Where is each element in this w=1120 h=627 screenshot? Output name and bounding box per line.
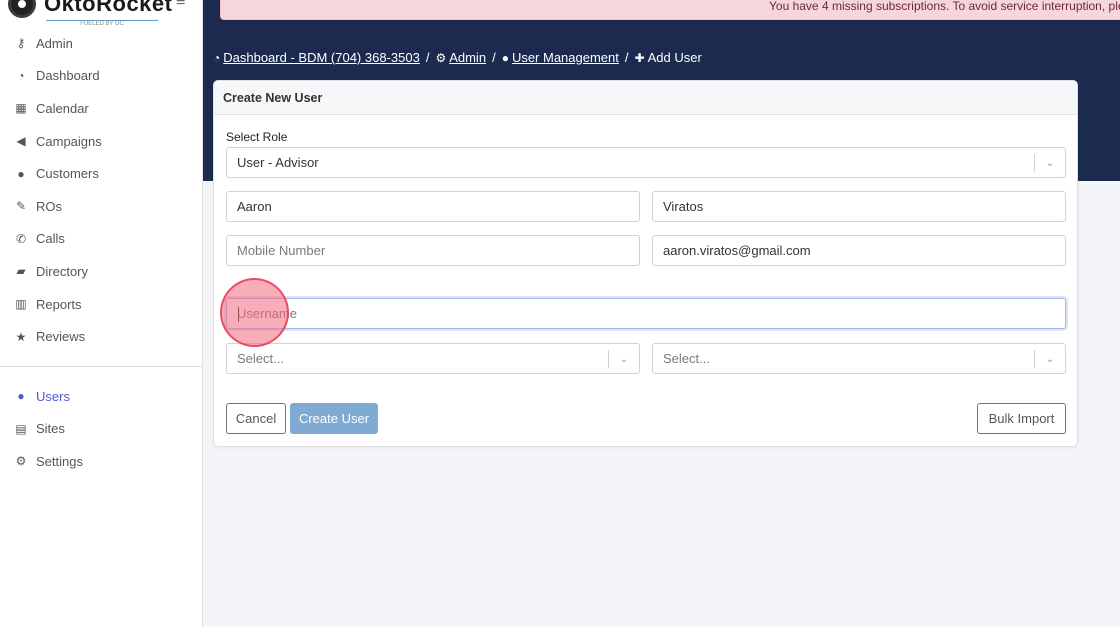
sidebar-item-customers[interactable]: ● Customers [0, 157, 203, 190]
breadcrumb-dashboard-link[interactable]: Dashboard - BDM (704) 368-3503 [223, 50, 420, 65]
chevron-down-icon: ⌄ [608, 350, 639, 368]
hamburger-menu-icon[interactable]: ≡ [176, 0, 185, 12]
users-icon: ● [501, 50, 509, 65]
sidebar: OktoRocket FUELED BY DC ≡ ⚷ Admin ◔ Dash… [0, 0, 203, 627]
sidebar-item-label: Calls [36, 231, 65, 247]
sidebar-item-directory[interactable]: ▰ Directory [0, 255, 203, 288]
main-content: You have 4 missing subscriptions. To avo… [203, 0, 1120, 627]
create-user-card: Create New User Select Role User - Advis… [213, 80, 1078, 447]
key-icon: ⚷ [16, 36, 26, 51]
select-right[interactable]: Select... ⌄ [652, 343, 1066, 374]
sidebar-item-admin[interactable]: ⚷ Admin [0, 27, 203, 60]
star-icon: ★ [15, 329, 27, 344]
phone-icon: ✆ [15, 231, 27, 246]
role-label: Select Role [226, 130, 288, 144]
sidebar-item-calendar[interactable]: ▦ Calendar [0, 92, 203, 125]
sidebar-item-label: Reviews [36, 329, 86, 345]
sidebar-item-label: Users [36, 388, 70, 404]
sidebar-item-label: Sites [36, 421, 65, 437]
chevron-down-icon: ⌄ [1034, 154, 1065, 172]
plus-icon: ✚ [634, 50, 645, 65]
sidebar-item-reviews[interactable]: ★ Reviews [0, 320, 203, 353]
mobile-number-field[interactable]: Mobile Number [226, 235, 640, 266]
email-field[interactable]: aaron.viratos@gmail.com [652, 235, 1066, 266]
brand-logo[interactable]: OktoRocket [8, 0, 172, 18]
username-field[interactable]: Username [226, 298, 1066, 329]
sidebar-item-campaigns[interactable]: ◀ Campaigns [0, 125, 203, 158]
octopus-logo-icon [8, 0, 36, 18]
bullhorn-icon: ◀ [16, 134, 26, 149]
breadcrumb-admin-link[interactable]: Admin [449, 50, 486, 65]
card-title: Create New User [214, 81, 1077, 115]
select-right-placeholder: Select... [663, 351, 710, 366]
chevron-down-icon: ⌄ [1034, 350, 1065, 368]
sidebar-item-calls[interactable]: ✆ Calls [0, 223, 203, 256]
sidebar-item-ros[interactable]: ✎ ROs [0, 190, 203, 223]
role-select[interactable]: User - Advisor ⌄ [226, 147, 1066, 178]
gear-icon: ⚙ [435, 50, 447, 65]
brand-name: OktoRocket [44, 0, 173, 16]
breadcrumb: ◔ Dashboard - BDM (704) 368-3503 / ⚙ Adm… [213, 50, 702, 65]
sidebar-item-label: Campaigns [36, 133, 102, 149]
sidebar-item-dashboard[interactable]: ◔ Dashboard [0, 60, 203, 93]
sidebar-item-label: Settings [36, 453, 83, 469]
sidebar-item-sites[interactable]: ▤ Sites [0, 413, 203, 446]
users-icon: ● [17, 389, 25, 404]
gear-icon: ⚙ [15, 454, 27, 469]
cancel-button[interactable]: Cancel [226, 403, 286, 434]
sidebar-item-label: Directory [36, 263, 89, 279]
last-name-field[interactable]: Viratos [652, 191, 1066, 222]
sidebar-item-label: Admin [36, 35, 73, 51]
sidebar-item-users[interactable]: ● Users [0, 380, 203, 413]
breadcrumb-separator: / [624, 50, 629, 65]
sidebar-nav: ⚷ Admin ◔ Dashboard ▦ Calendar ◀ Campaig… [0, 27, 203, 478]
breadcrumb-current: Add User [647, 50, 702, 65]
bar-chart-icon: ▥ [15, 297, 27, 312]
sidebar-item-settings[interactable]: ⚙ Settings [0, 445, 203, 478]
sidebar-item-reports[interactable]: ▥ Reports [0, 288, 203, 321]
calendar-icon: ▦ [15, 101, 27, 116]
role-select-value: User - Advisor [237, 155, 319, 170]
create-user-button[interactable]: Create User [290, 403, 378, 434]
subscription-alert: You have 4 missing subscriptions. To avo… [220, 0, 1120, 20]
breadcrumb-separator: / [425, 50, 430, 65]
select-left[interactable]: Select... ⌄ [226, 343, 640, 374]
tachometer-icon: ◔ [17, 68, 25, 83]
breadcrumb-user-management-link[interactable]: User Management [512, 50, 619, 65]
sidebar-item-label: Calendar [36, 100, 89, 116]
sidebar-item-label: Reports [36, 296, 82, 312]
tachometer-icon: ◔ [213, 50, 221, 65]
breadcrumb-separator: / [492, 50, 496, 65]
users-icon: ● [17, 166, 25, 181]
select-left-placeholder: Select... [237, 351, 284, 366]
first-name-field[interactable]: Aaron [226, 191, 640, 222]
first-name-value: Aaron [237, 199, 272, 214]
wrench-icon: ✎ [15, 199, 27, 214]
sidebar-item-label: Customers [36, 166, 99, 182]
sidebar-divider [0, 365, 203, 367]
sidebar-item-label: ROs [36, 198, 62, 214]
book-icon: ▰ [16, 264, 26, 279]
bulk-import-button[interactable]: Bulk Import [977, 403, 1066, 434]
last-name-value: Viratos [663, 199, 704, 214]
sidebar-item-label: Dashboard [36, 68, 100, 84]
email-value: aaron.viratos@gmail.com [663, 243, 811, 258]
text-cursor [238, 307, 239, 322]
mobile-number-placeholder: Mobile Number [237, 243, 326, 258]
building-icon: ▤ [15, 421, 27, 436]
username-placeholder: Username [237, 306, 297, 321]
